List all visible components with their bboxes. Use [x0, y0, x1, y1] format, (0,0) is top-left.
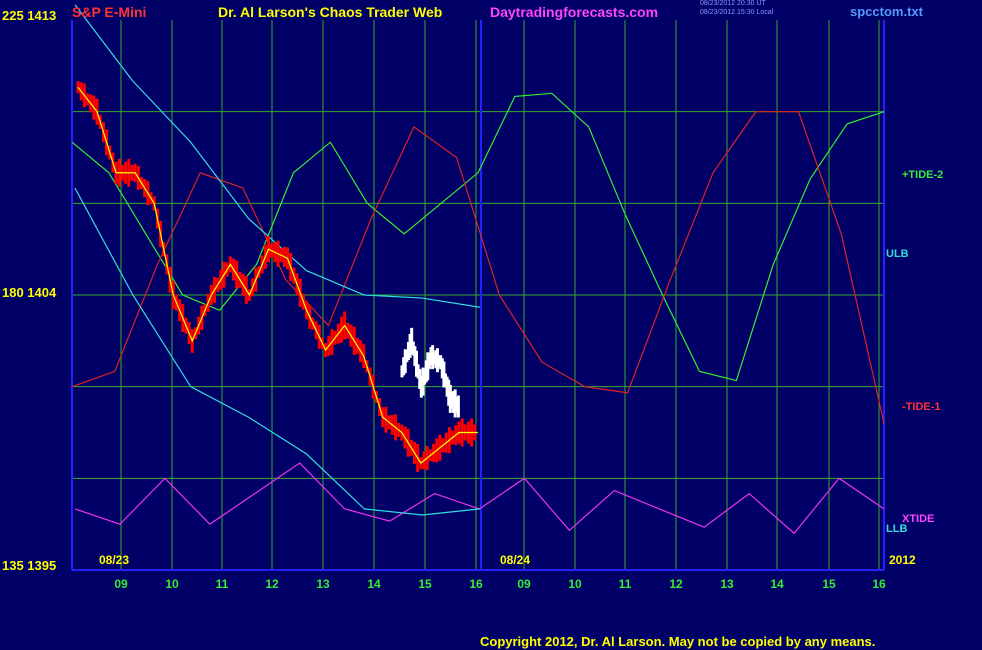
chart-series: [71, 4, 885, 535]
x-tick-label: 14: [367, 577, 381, 591]
x-tick-label: 12: [265, 577, 279, 591]
series-xtide-line: [74, 462, 885, 535]
y-label-top: 225 1413: [2, 8, 57, 23]
chart-title: Dr. Al Larson's Chaos Trader Web: [218, 4, 443, 20]
price-average-line: [77, 86, 478, 464]
x-tick-label: 13: [720, 577, 734, 591]
date-label-1: 08/23: [99, 553, 130, 567]
x-tick-label: 15: [418, 577, 432, 591]
date-label-2: 08/24: [500, 553, 531, 567]
chart-grid: 09 10 11 12 13 14 15 16 09 10 11 12 13 14 15 16: [71, 20, 886, 591]
timestamp-ut: 08/23/2012 20:30 UT: [700, 0, 766, 7]
year-label: 2012: [889, 553, 916, 567]
x-tick-label: 12: [669, 577, 683, 591]
site-name[interactable]: Daytradingforecasts.com: [490, 4, 658, 20]
instrument-title: S&P E-Mini: [72, 4, 147, 20]
label-llb: LLB: [886, 523, 908, 535]
data-file-name: spcctom.txt: [850, 4, 923, 19]
chart-canvas: 09 10 11 12 13 14 15 16 09 10 11 12 13 14 15 16: [71, 4, 886, 591]
x-tick-label: 10: [568, 577, 582, 591]
label-ulb: ULB: [886, 248, 909, 260]
timestamp-local: 08/23/2012 15:30 Local: [700, 9, 774, 16]
x-tick-label: 09: [517, 577, 531, 591]
label-tide2: +TIDE-2: [902, 169, 944, 181]
x-tick-label: 14: [770, 577, 784, 591]
x-tick-label: 11: [619, 577, 632, 591]
x-tick-label: 16: [469, 577, 483, 591]
y-label-bottom: 135 1395: [2, 558, 57, 573]
x-tick-label: 11: [216, 577, 229, 591]
series-llb-line: [74, 187, 481, 516]
label-tide1: -TIDE-1: [902, 401, 941, 413]
copyright-notice: Copyright 2012, Dr. Al Larson. May not b…: [480, 634, 876, 649]
series-tide-1-line: [71, 111, 885, 424]
x-tick-label: 13: [316, 577, 330, 591]
x-tick-label: 16: [872, 577, 886, 591]
x-tick-label: 15: [822, 577, 836, 591]
y-label-mid: 180 1404: [2, 285, 57, 300]
x-tick-label: 09: [114, 577, 128, 591]
x-tick-label: 10: [165, 577, 179, 591]
